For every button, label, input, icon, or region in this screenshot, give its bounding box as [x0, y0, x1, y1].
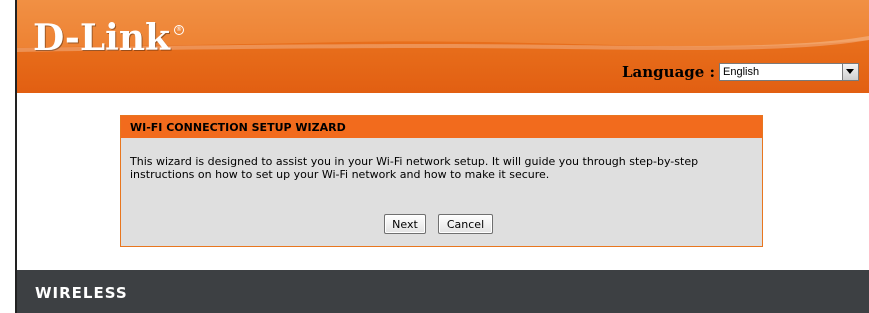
- footer-wireless-label: WIRELESS: [35, 284, 128, 302]
- language-label: Language :: [622, 63, 716, 81]
- dlink-logo: D-Link: [33, 17, 170, 59]
- wizard-title: WI-FI CONNECTION SETUP WIZARD: [130, 121, 346, 134]
- header-banner: D-Link ® Language : English: [17, 0, 869, 93]
- wizard-description: This wizard is designed to assist you in…: [130, 155, 699, 181]
- language-dropdown-button[interactable]: [842, 64, 858, 80]
- chevron-down-icon: [846, 69, 854, 74]
- footer-bar: WIRELESS: [17, 270, 869, 313]
- cancel-button[interactable]: Cancel: [438, 214, 493, 234]
- language-select-value: English: [723, 66, 760, 78]
- router-setup-page: D-Link ® Language : English WI-FI CONNEC…: [0, 0, 869, 313]
- registered-mark-icon: ®: [174, 25, 184, 35]
- wizard-title-bar: WI-FI CONNECTION SETUP WIZARD: [121, 116, 762, 138]
- language-select[interactable]: English: [719, 63, 859, 81]
- next-button[interactable]: Next: [384, 214, 426, 234]
- wizard-panel: WI-FI CONNECTION SETUP WIZARD This wizar…: [120, 115, 763, 247]
